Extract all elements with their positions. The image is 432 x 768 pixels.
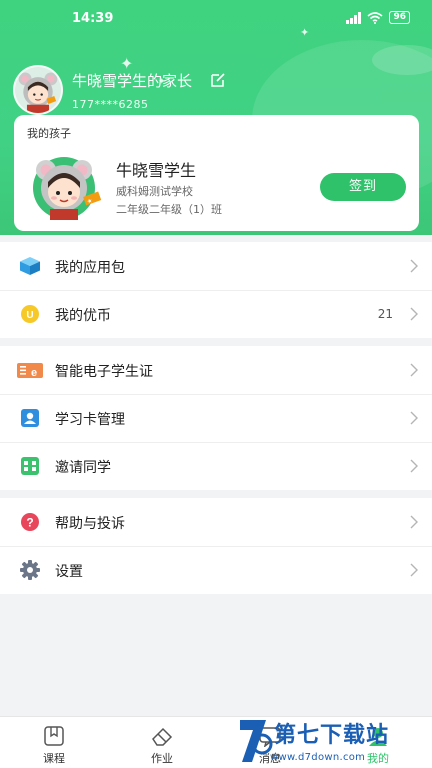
status-bar: 14:39 96 (0, 0, 432, 36)
child-class: 二年级二年级（1）班 (116, 203, 222, 216)
watermark-logo-icon (240, 720, 273, 762)
menu-label: 设置 (55, 564, 83, 580)
menu-label: 帮助与投诉 (55, 516, 125, 532)
child-card-title: 我的孩子 (27, 127, 71, 140)
chevron-right-icon (410, 563, 418, 577)
parent-avatar[interactable] (13, 65, 63, 115)
parent-info: 牛晓雪学生的家长 177****6285 (72, 70, 226, 111)
chevron-right-icon (410, 411, 418, 425)
site-watermark: 第七下载站 www.d7down.com (234, 714, 432, 768)
child-school: 威科姆测试学校 (116, 185, 193, 198)
svg-text:?: ? (26, 516, 33, 530)
eraser-icon (152, 727, 173, 746)
menu-label: 学习卡管理 (55, 412, 125, 428)
chevron-right-icon (410, 363, 418, 377)
bookmark-book-icon (44, 726, 64, 746)
child-card[interactable]: 我的孩子 ★ 牛晓雪学生 威科姆测试学校 二年级二年级（1）班 签到 (14, 115, 419, 231)
status-time: 14:39 (72, 11, 114, 26)
tab-homework[interactable]: 作业 (108, 717, 216, 768)
menu-item-study-card[interactable]: 学习卡管理 (0, 394, 432, 442)
battery-icon: 96 (389, 11, 410, 24)
status-icons: 96 (346, 11, 410, 24)
signal-icon (346, 11, 362, 24)
menu-item-help[interactable]: ? 帮助与投诉 (0, 498, 432, 546)
menu-label: 智能电子学生证 (55, 364, 153, 380)
menu-label: 我的应用包 (55, 260, 125, 276)
watermark-text: 第七下载站 (274, 723, 390, 748)
svg-text:e: e (31, 367, 37, 379)
tab-courses[interactable]: 课程 (0, 717, 108, 768)
tab-label: 课程 (43, 752, 65, 765)
chevron-right-icon (410, 259, 418, 273)
menu-label: 邀请同学 (55, 460, 111, 476)
parent-phone: 177****6285 (72, 97, 149, 111)
parent-name-row: 牛晓雪学生的家长 (72, 70, 226, 91)
chevron-right-icon (410, 307, 418, 321)
menu-item-invite[interactable]: 邀请同学 (0, 442, 432, 490)
tab-label: 作业 (151, 752, 173, 765)
svg-text:U: U (26, 310, 33, 321)
child-name: 牛晓雪学生 (116, 161, 197, 180)
student-card-icon: e (17, 363, 43, 379)
menu-label: 我的优币 (55, 308, 111, 324)
menu-item-settings[interactable]: 设置 (0, 546, 432, 594)
wifi-icon (367, 11, 383, 24)
coin-count: 21 (377, 307, 393, 321)
parent-name: 牛晓雪学生的家长 (72, 71, 193, 90)
menu-item-student-id[interactable]: e 智能电子学生证 (0, 346, 432, 394)
invite-icon (21, 457, 39, 475)
edit-icon[interactable] (210, 72, 226, 88)
menu-group-apps: 我的应用包 U 我的优币 21 (0, 242, 432, 338)
child-avatar[interactable]: ★ (26, 156, 102, 220)
watermark-url: www.d7down.com (270, 752, 366, 763)
menu-item-coins[interactable]: U 我的优币 21 (0, 290, 432, 338)
cube-icon (20, 257, 40, 275)
checkin-button[interactable]: 签到 (320, 173, 406, 201)
coin-icon: U (21, 305, 39, 323)
help-icon: ? (21, 513, 39, 531)
menu-group-support: ? 帮助与投诉 设置 (0, 498, 432, 594)
chevron-right-icon (410, 459, 418, 473)
gear-icon (20, 560, 40, 580)
parent-profile[interactable]: 牛晓雪学生的家长 177****6285 (13, 65, 226, 115)
person-card-icon (21, 409, 39, 427)
menu-group-student: e 智能电子学生证 学习卡管理 邀请同学 (0, 346, 432, 490)
chevron-right-icon (410, 515, 418, 529)
menu-item-app-packages[interactable]: 我的应用包 (0, 242, 432, 290)
